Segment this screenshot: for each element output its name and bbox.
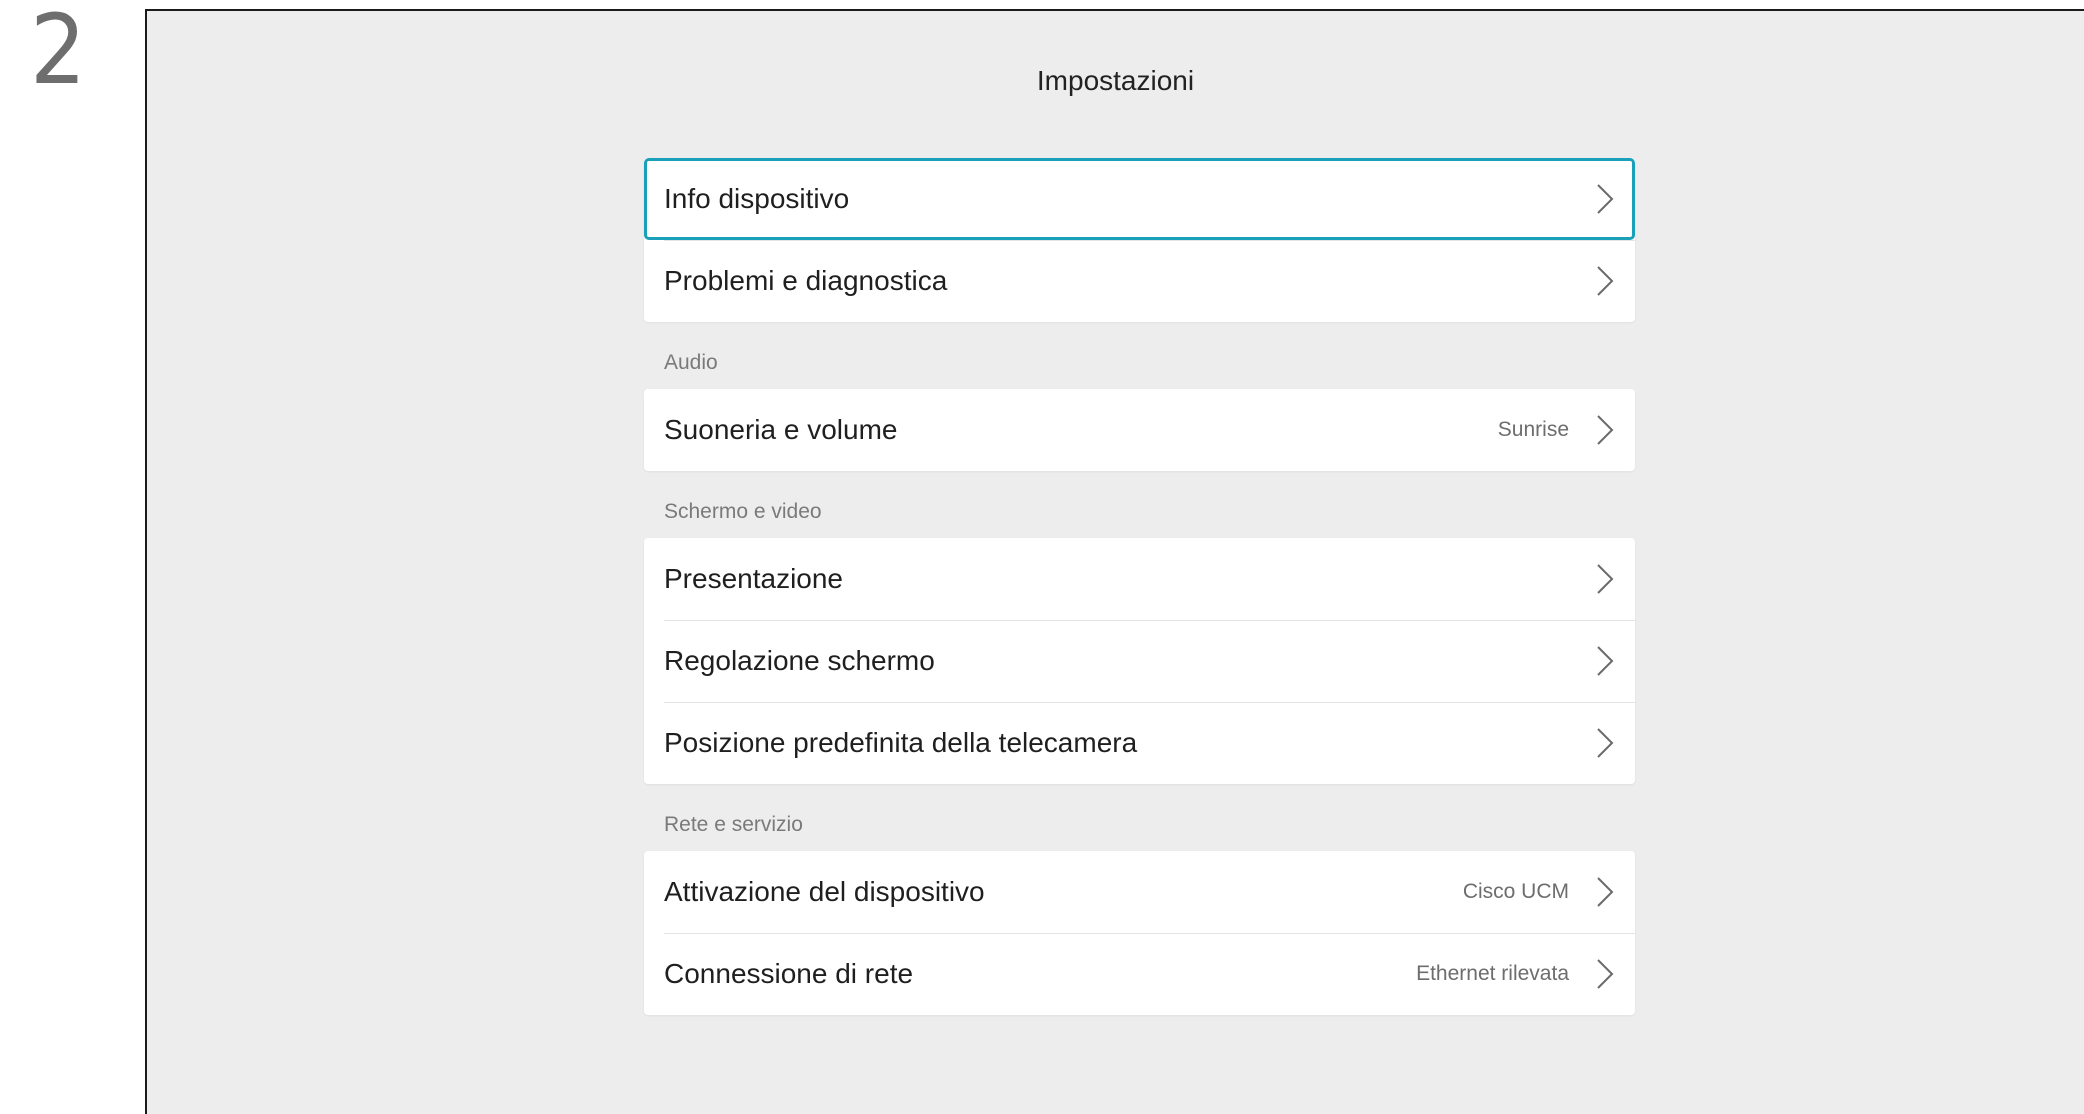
settings-item-label: Regolazione schermo [664,645,935,676]
settings-item-posizione-telecamera[interactable]: Posizione predefinita della telecamera [644,702,1635,784]
settings-item-value: Cisco UCM [1462,880,1569,903]
settings-item-suoneria-volume[interactable]: Suoneria e volume Sunrise [644,389,1635,471]
chevron-right-icon [1597,728,1614,758]
chevron-right-icon [1597,184,1614,214]
settings-list: Info dispositivo Problemi e diagnostica … [644,158,1635,1015]
chevron-right-icon [1597,415,1614,445]
settings-item-regolazione-schermo[interactable]: Regolazione schermo [644,620,1635,702]
settings-item-label: Connessione di rete [664,958,914,989]
settings-item-label: Attivazione del dispositivo [664,876,985,907]
chevron-right-icon [1597,266,1614,296]
settings-item-label: Posizione predefinita della telecamera [664,727,1138,758]
settings-item-attivazione-dispositivo[interactable]: Attivazione del dispositivo Cisco UCM [644,851,1635,933]
settings-group-general: Info dispositivo Problemi e diagnostica [644,158,1635,322]
section-title-rete-servizio: Rete e servizio [664,813,803,836]
settings-screen: Impostazioni Info dispositivo Problemi e… [145,9,2084,1114]
settings-item-connessione-rete[interactable]: Connessione di rete Ethernet rilevata [644,933,1635,1015]
settings-group-schermo-video: Presentazione Regolazione schermo Posizi… [644,538,1635,784]
chevron-right-icon [1597,564,1614,594]
step-number: 2 [30,0,87,106]
settings-item-problemi-diagnostica[interactable]: Problemi e diagnostica [644,240,1635,322]
section-title-schermo-video: Schermo e video [664,500,822,523]
settings-item-label: Problemi e diagnostica [664,265,948,296]
settings-item-info-dispositivo[interactable]: Info dispositivo [644,158,1635,240]
settings-item-label: Info dispositivo [664,183,850,214]
section-title-audio: Audio [664,351,718,374]
settings-item-label: Presentazione [664,563,844,594]
page-title: Impostazioni [1036,65,1195,96]
chevron-right-icon [1597,877,1614,907]
settings-item-label: Suoneria e volume [664,414,898,445]
chevron-right-icon [1597,959,1614,989]
settings-item-presentazione[interactable]: Presentazione [644,538,1635,620]
settings-item-value: Sunrise [1497,418,1569,441]
settings-group-audio: Suoneria e volume Sunrise [644,389,1635,471]
chevron-right-icon [1597,646,1614,676]
settings-group-rete-servizio: Attivazione del dispositivo Cisco UCM Co… [644,851,1635,1015]
settings-item-value: Ethernet rilevata [1416,962,1569,985]
